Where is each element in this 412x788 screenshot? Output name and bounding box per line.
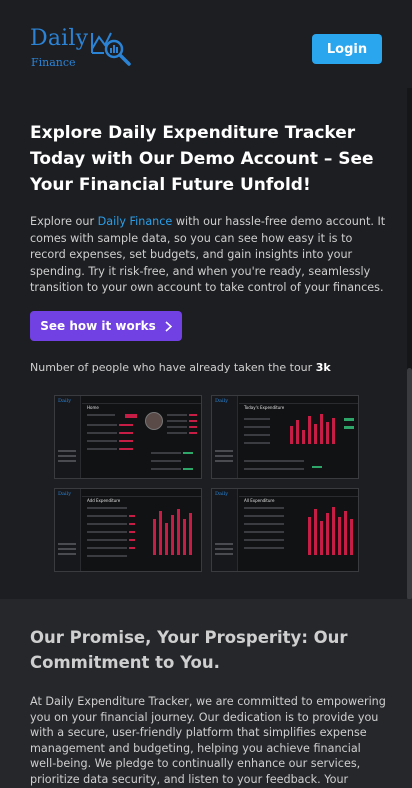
screenshot-logo: Daily: [58, 398, 72, 404]
screenshot-title: Add Expenditure: [87, 498, 121, 503]
screenshot-todays-expenditure: Daily Today's Expenditure: [211, 395, 359, 479]
screenshot-title: Home: [87, 405, 99, 410]
scrollbar-thumb[interactable]: [407, 368, 412, 600]
hero-title: Explore Daily Expenditure Tracker Today …: [30, 123, 374, 195]
daily-finance-logo[interactable]: Daily Finance: [30, 26, 134, 72]
screenshot-sidebar: Daily: [212, 489, 238, 571]
hero-section: Explore Daily Expenditure Tracker Today …: [30, 120, 380, 198]
see-how-it-works-button[interactable]: See how it works: [30, 311, 182, 341]
screenshot-add-expenditure: Daily Add Expenditure: [54, 488, 202, 572]
app-screenshot-grid: Daily Home Daily Today's Expenditure Dai…: [54, 395, 359, 573]
screenshot-title: All Expenditure: [244, 498, 275, 503]
screenshot-sidebar: Daily: [55, 489, 81, 571]
screenshot-all-expenditure: Daily All Expenditure: [211, 488, 359, 572]
hero-description: Explore our Daily Finance with our hassl…: [30, 214, 390, 297]
screenshot-sidebar: Daily: [212, 396, 238, 478]
promise-title: Our Promise, Your Prosperity: Our Commit…: [30, 628, 348, 672]
chevron-right-icon: [165, 320, 172, 332]
screenshot-logo: Daily: [58, 491, 72, 497]
avatar: [145, 412, 163, 430]
screenshot-logo: Daily: [215, 491, 229, 497]
daily-finance-link[interactable]: Daily Finance: [98, 215, 173, 228]
promise-body: At Daily Expenditure Tracker, we are com…: [30, 695, 386, 786]
promise-section: Our Promise, Your Prosperity: Our Commit…: [0, 599, 412, 788]
hero-body-pre: Explore our: [30, 215, 98, 228]
site-header: Daily Finance Login: [0, 0, 412, 88]
tour-count: 3k: [315, 361, 331, 374]
screenshot-title: Today's Expenditure: [244, 405, 285, 410]
logo-subtitle: Finance: [31, 56, 76, 69]
screenshot-home: Daily Home: [54, 395, 202, 479]
login-button[interactable]: Login: [312, 34, 382, 64]
screenshot-logo: Daily: [215, 398, 229, 404]
cta-label: See how it works: [40, 319, 156, 333]
tour-count-text: Number of people who have already taken …: [30, 361, 331, 374]
chart-magnifier-icon: [91, 32, 131, 66]
screenshot-sidebar: Daily: [55, 396, 81, 478]
logo-wordmark: Daily: [30, 26, 89, 51]
tour-text: Number of people who have already taken …: [30, 361, 316, 374]
